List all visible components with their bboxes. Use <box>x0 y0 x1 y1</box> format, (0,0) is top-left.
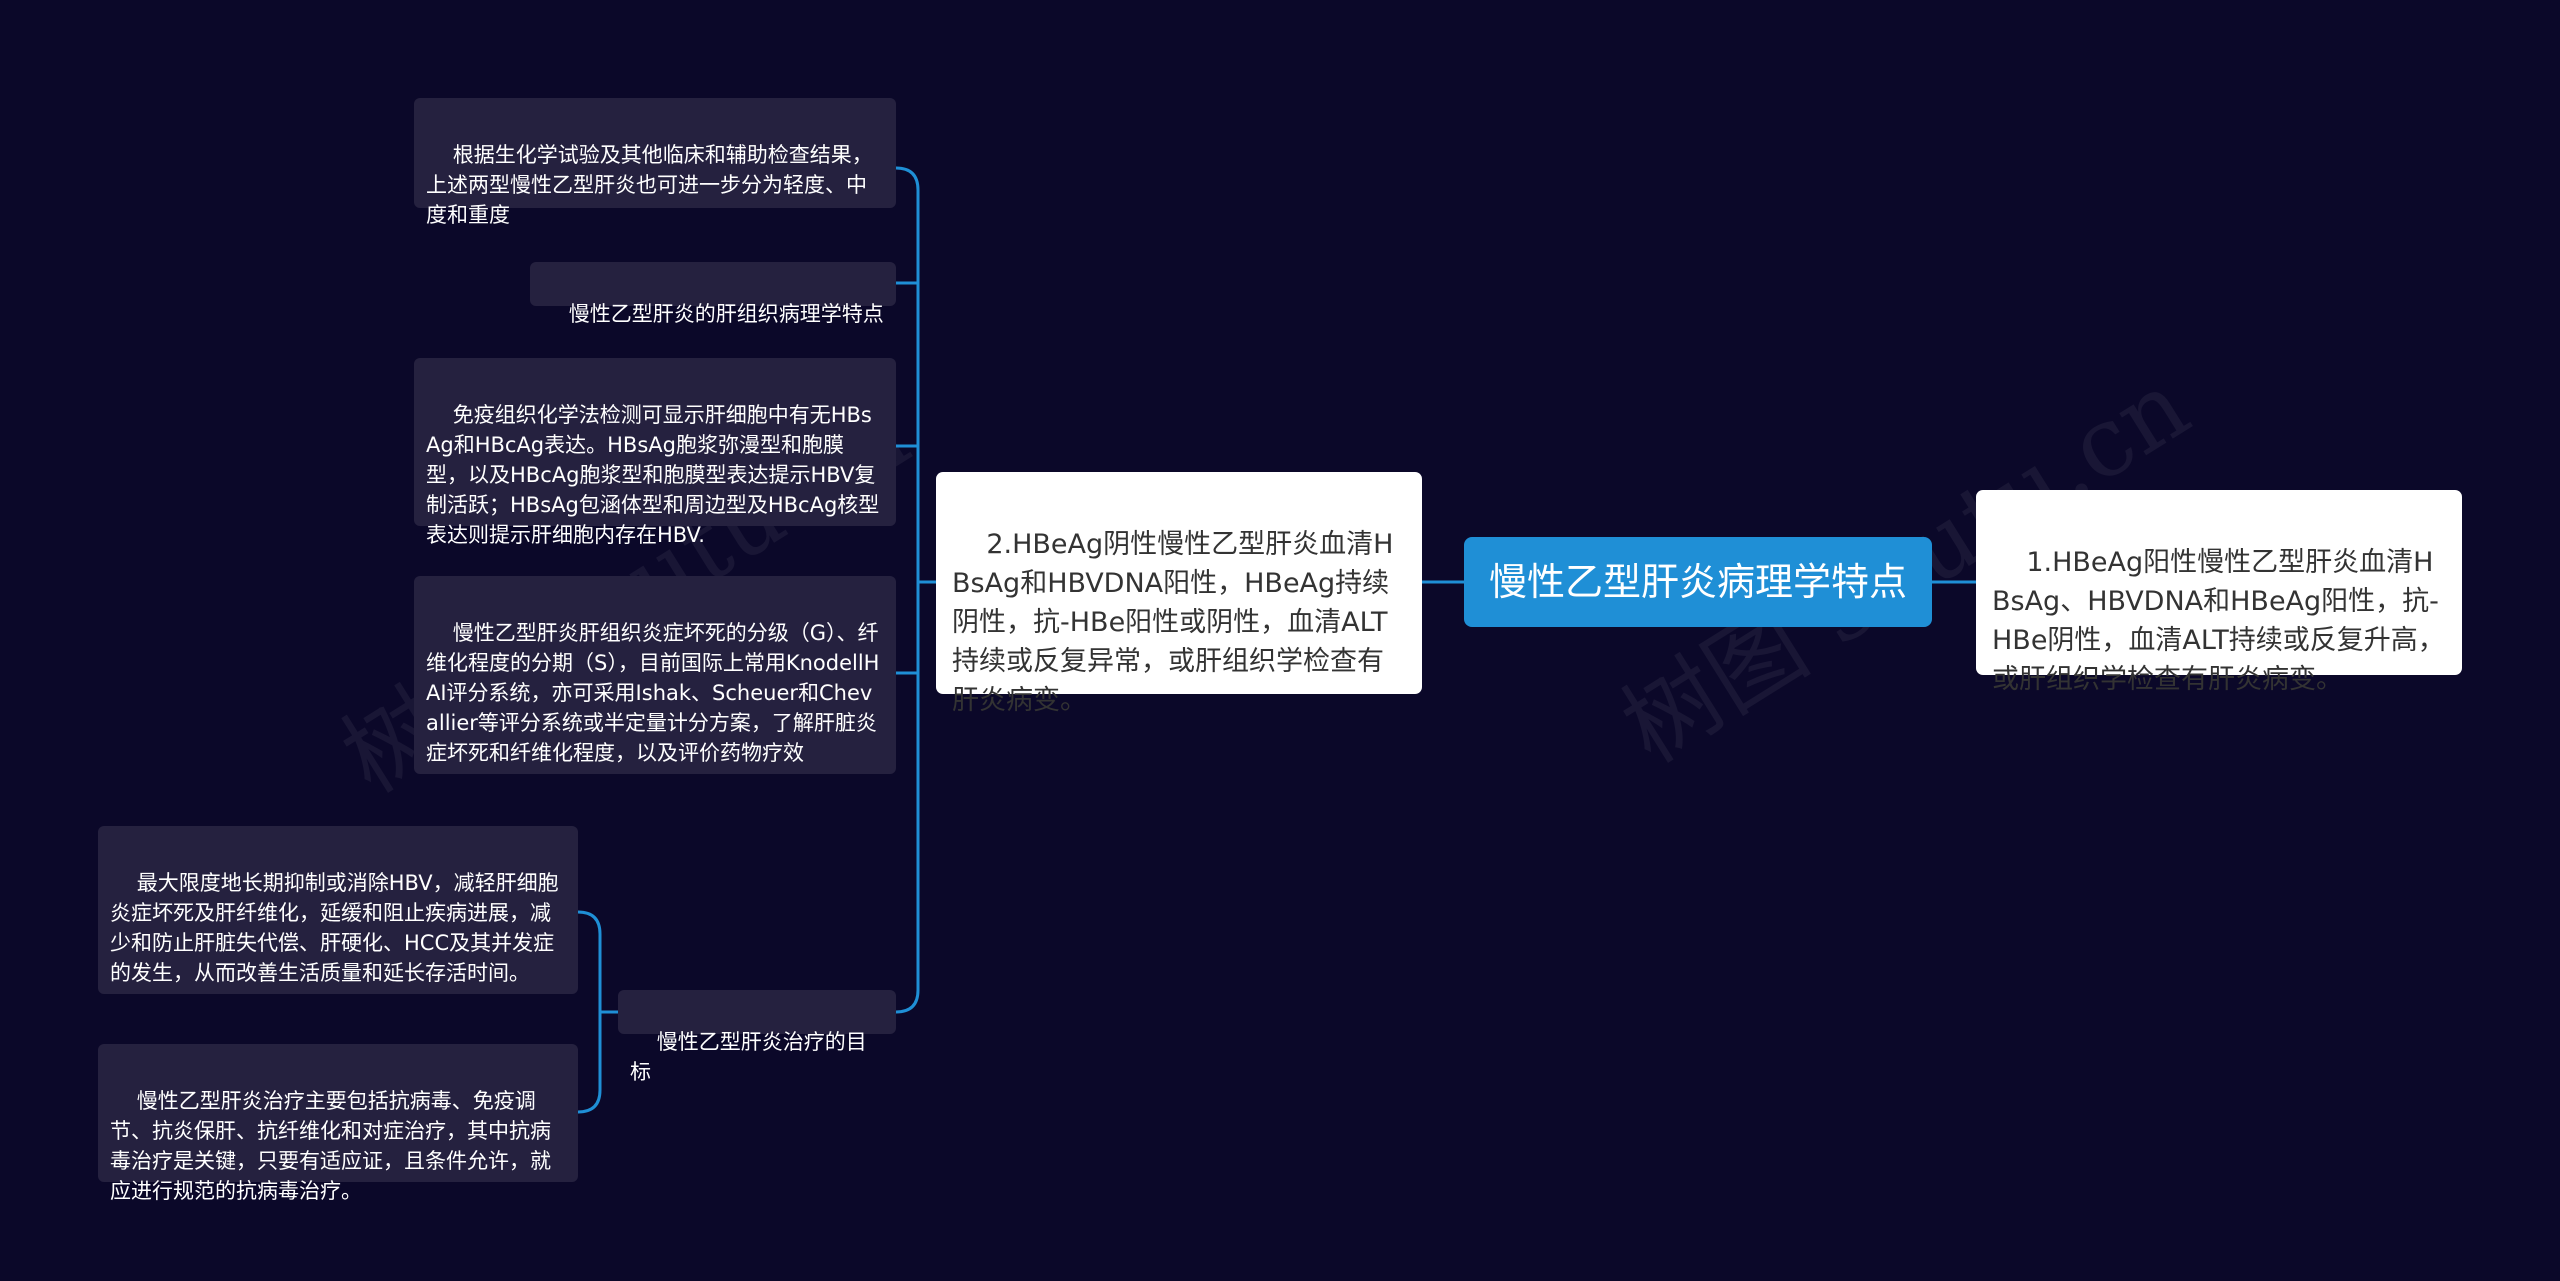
right-branch-node[interactable]: 1.HBeAg阳性慢性乙型肝炎血清HBsAg、HBVDNA和HBeAg阳性，抗-… <box>1976 490 2462 695</box>
left-branch-node[interactable]: 2.HBeAg阴性慢性乙型肝炎血清HBsAg和HBVDNA阳性，HBeAg持续阴… <box>936 472 1422 716</box>
leaf-treatment-methods[interactable]: 慢性乙型肝炎治疗主要包括抗病毒、免疫调节、抗炎保肝、抗纤维化和对症治疗，其中抗病… <box>98 1044 578 1203</box>
leaf-immunohistochemistry-label: 免疫组织化学法检测可显示肝细胞中有无HBsAg和HBcAg表达。HBsAg胞浆弥… <box>426 403 880 547</box>
leaf-pathology-features-label: 慢性乙型肝炎的肝组织病理学特点 <box>568 302 884 326</box>
leaf-treatment-goal[interactable]: 慢性乙型肝炎治疗的目标 <box>618 990 896 1084</box>
leaf-severity-grading[interactable]: 根据生化学试验及其他临床和辅助检查结果，上述两型慢性乙型肝炎也可进一步分为轻度、… <box>414 98 896 227</box>
right-branch-label: 1.HBeAg阳性慢性乙型肝炎血清HBsAg、HBVDNA和HBeAg阳性，抗-… <box>1992 547 2445 695</box>
connector-spine <box>894 166 920 1014</box>
root-label: 慢性乙型肝炎病理学特点 <box>1488 560 1907 604</box>
leaf-goal-description[interactable]: 最大限度地长期抑制或消除HBV，减轻肝细胞炎症坏死及肝纤维化，延缓和阻止疾病进展… <box>98 826 578 994</box>
leaf-goal-description-label: 最大限度地长期抑制或消除HBV，减轻肝细胞炎症坏死及肝纤维化，延缓和阻止疾病进展… <box>110 871 559 985</box>
leaf-grading-staging[interactable]: 慢性乙型肝炎肝组织炎症坏死的分级（G）、纤维化程度的分期（S），目前国际上常用K… <box>414 576 896 774</box>
leaf-pathology-features[interactable]: 慢性乙型肝炎的肝组织病理学特点 <box>530 262 896 326</box>
leaf-grading-staging-label: 慢性乙型肝炎肝组织炎症坏死的分级（G）、纤维化程度的分期（S），目前国际上常用K… <box>426 621 880 765</box>
root-node[interactable]: 慢性乙型肝炎病理学特点 <box>1464 537 1932 627</box>
mindmap-canvas: 树图 shutu.cn 树图 shutu.cn 慢性乙型肝炎病理学特点 1.HB… <box>0 0 2560 1281</box>
left-branch-label: 2.HBeAg阴性慢性乙型肝炎血清HBsAg和HBVDNA阳性，HBeAg持续阴… <box>952 529 1394 716</box>
leaf-immunohistochemistry[interactable]: 免疫组织化学法检测可显示肝细胞中有无HBsAg和HBcAg表达。HBsAg胞浆弥… <box>414 358 896 547</box>
connector-goal-spine <box>576 910 602 1114</box>
